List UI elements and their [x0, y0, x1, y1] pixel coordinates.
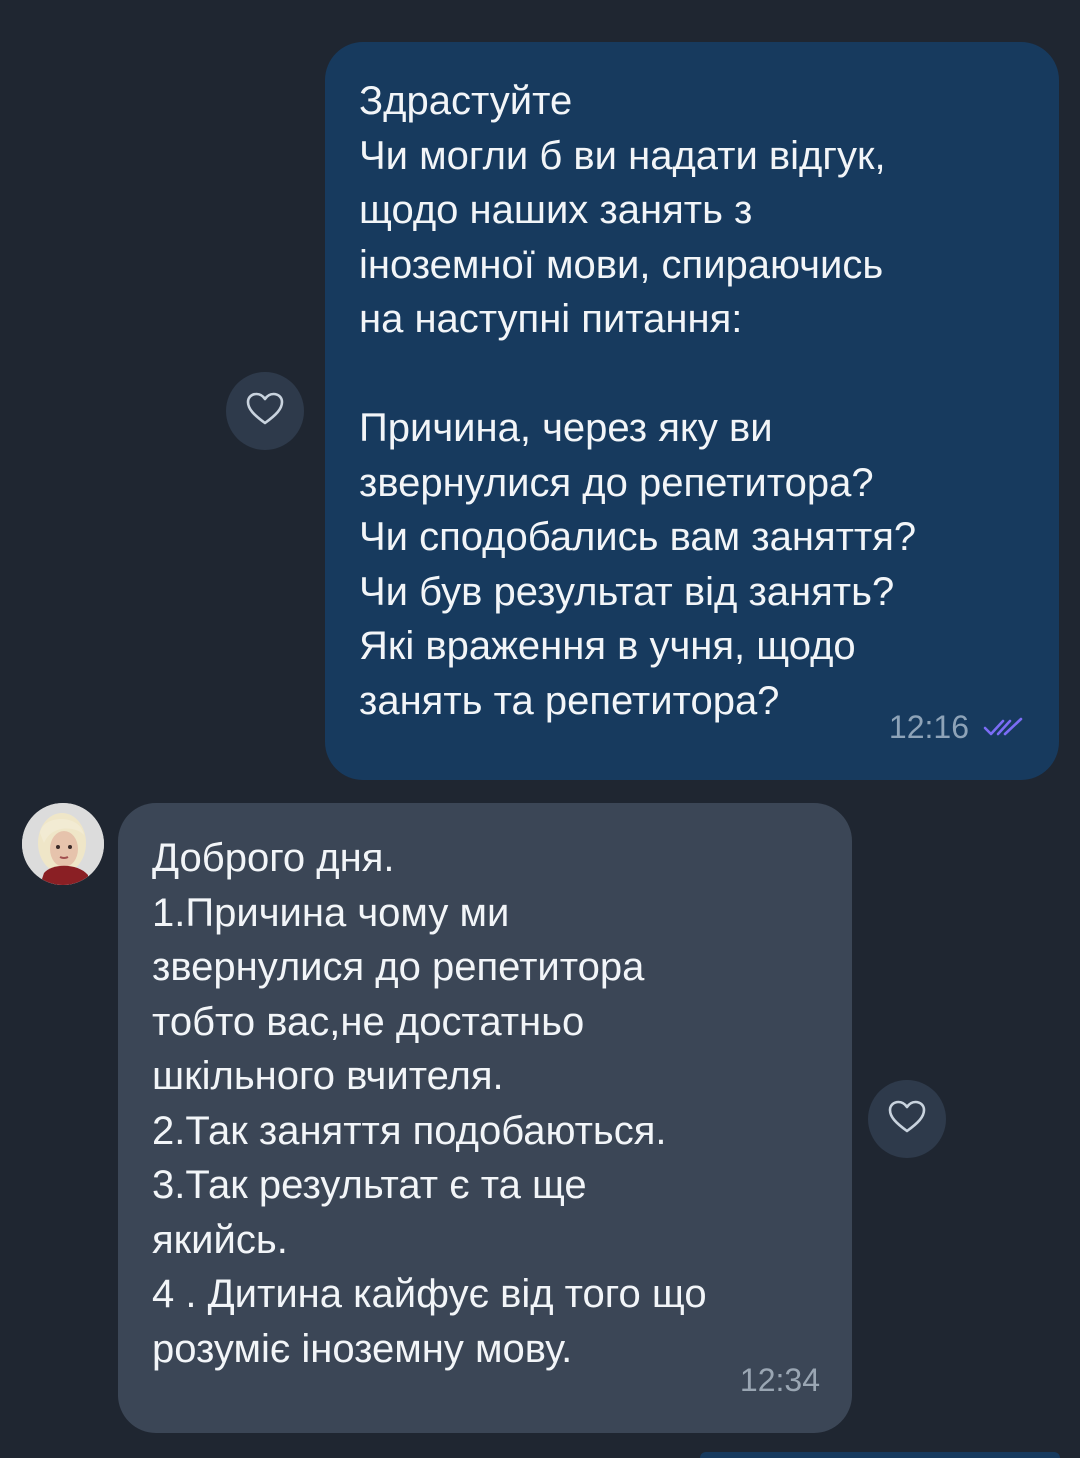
- message-time: 12:16: [888, 708, 969, 745]
- message-text: Доброго дня. 1.Причина чому ми звернулис…: [152, 831, 818, 1376]
- message-line: Чи був результат від занять?: [359, 569, 895, 614]
- message-text: Здрастуйте Чи могли б ви надати відгук, …: [359, 74, 1025, 728]
- message-line: щодо наших занять з: [359, 188, 753, 232]
- message-line: на наступні питання:: [359, 297, 743, 341]
- message-line: звернулися до репетитора: [152, 945, 645, 989]
- reaction-button[interactable]: [226, 372, 304, 450]
- chat-view: Здрастуйте Чи могли б ви надати відгук, …: [0, 0, 1080, 1458]
- message-meta: 12:34: [740, 1353, 820, 1408]
- message-line: тобто вас,не достатньо: [152, 999, 585, 1044]
- message-line: Здрастуйте: [359, 79, 573, 123]
- message-line: розуміє іноземну мову.: [152, 1326, 573, 1371]
- heart-outline-icon: [246, 392, 284, 431]
- message-time: 12:34: [739, 1361, 820, 1398]
- message-line: [359, 347, 1025, 402]
- message-line: 1.Причина чому ми: [152, 890, 510, 935]
- message-line: шкільного вчителя.: [152, 1054, 504, 1098]
- message-line: Доброго дня.: [152, 836, 395, 880]
- outgoing-message[interactable]: Здрастуйте Чи могли б ви надати відгук, …: [325, 42, 1059, 780]
- message-line: 4 . Дитина кайфує від того що: [152, 1272, 707, 1316]
- heart-outline-icon: [888, 1100, 926, 1139]
- message-line: Чи могли б ви надати відгук,: [359, 133, 886, 178]
- message-line: Чи сподобались вам заняття?: [359, 515, 917, 559]
- message-line: Причина, через яку ви: [359, 406, 773, 450]
- next-message-edge: [700, 1452, 1060, 1458]
- message-line: 2.Так заняття подобаються.: [152, 1108, 667, 1153]
- message-line: 3.Так результат є та ще: [152, 1163, 587, 1207]
- incoming-message[interactable]: Доброго дня. 1.Причина чому ми звернулис…: [118, 803, 852, 1433]
- user-avatar[interactable]: [22, 803, 104, 885]
- message-line: якийсь.: [152, 1217, 288, 1262]
- message-line: іноземної мови, спираючись: [359, 242, 884, 287]
- message-line: Які враження в учня, щодо: [359, 624, 856, 668]
- double-check-icon: [983, 716, 1025, 738]
- message-meta: 12:16: [889, 700, 1025, 755]
- reaction-button[interactable]: [868, 1080, 946, 1158]
- message-line: звернулися до репетитора?: [359, 460, 874, 505]
